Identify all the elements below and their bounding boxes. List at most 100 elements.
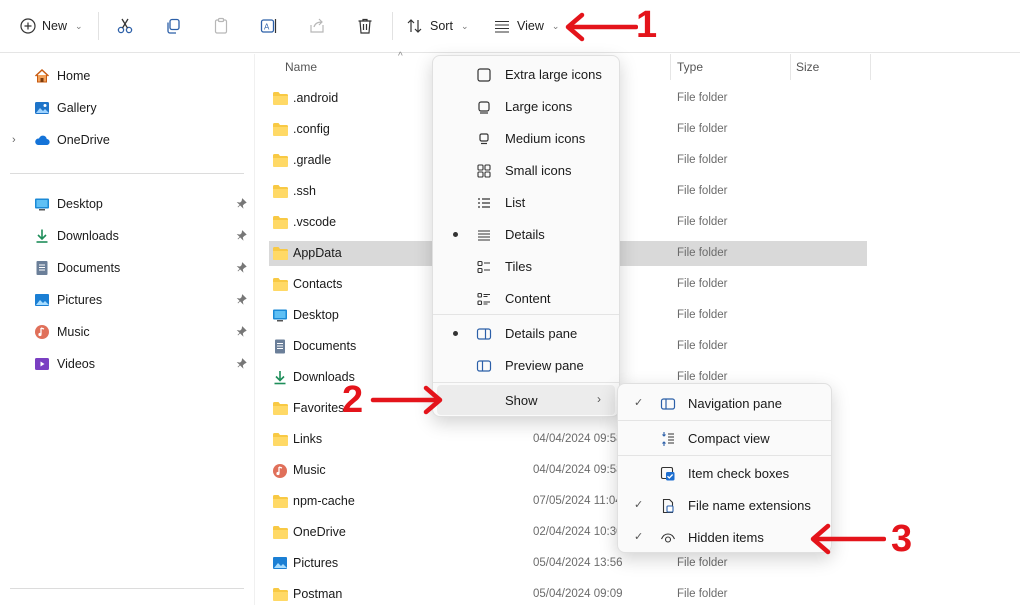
file-name: Documents <box>293 339 357 353</box>
folder-icon <box>272 215 289 233</box>
file-type: File folder <box>677 557 728 569</box>
file-name: Links <box>293 432 323 446</box>
pin-icon[interactable] <box>236 262 247 273</box>
desktop-icon <box>272 308 288 326</box>
file-date: 04/04/2024 09:58 <box>533 464 623 476</box>
share-button[interactable] <box>308 12 326 40</box>
menu-item-file-name-extensions[interactable]: ✓ File name extensions <box>622 490 827 520</box>
file-date: 07/05/2024 11:04 <box>533 495 622 507</box>
videos-icon <box>35 358 49 370</box>
menu-item-navigation-pane[interactable]: ✓ Navigation pane <box>622 388 827 418</box>
sidebar-item-label: Videos <box>57 357 95 371</box>
navigation-pane-icon <box>660 398 676 410</box>
selected-dot-icon <box>453 232 458 237</box>
menu-item-small-icons[interactable]: Small icons <box>437 155 615 185</box>
menu-item-list[interactable]: List <box>437 187 615 217</box>
folder-icon <box>272 122 289 140</box>
toolbar-divider <box>98 12 99 40</box>
file-name: .vscode <box>293 215 337 229</box>
menu-item-show[interactable]: Show › <box>437 385 615 415</box>
column-header-size[interactable]: Size <box>796 60 819 74</box>
annotation-arrow-3 <box>810 523 886 555</box>
pin-icon[interactable] <box>236 294 247 305</box>
view-button-label: View <box>517 19 544 33</box>
pin-icon[interactable] <box>236 358 247 369</box>
menu-item-label: Large icons <box>505 99 573 114</box>
sidebar-item-downloads[interactable]: Downloads <box>34 225 247 247</box>
column-divider[interactable] <box>790 54 791 80</box>
sidebar-item-label: Music <box>57 325 90 339</box>
rename-icon: A <box>260 19 277 33</box>
menu-item-label: Content <box>505 291 551 306</box>
table-row[interactable]: Postman 05/04/2024 09:09 File folder <box>269 582 867 605</box>
menu-item-content[interactable]: Content <box>437 283 615 313</box>
annotation-arrow-1 <box>565 12 638 42</box>
menu-item-compact-view[interactable]: Compact view <box>622 423 827 453</box>
column-divider[interactable] <box>870 54 871 80</box>
file-type: File folder <box>677 588 728 600</box>
menu-item-details-pane[interactable]: Details pane <box>437 318 615 348</box>
sidebar-item-label: Desktop <box>57 197 103 211</box>
sidebar-item-onedrive[interactable]: OneDrive <box>34 129 110 151</box>
toolbar-divider <box>392 12 393 40</box>
folder-icon <box>272 432 289 450</box>
folder-icon <box>272 246 289 264</box>
file-type: File folder <box>677 278 728 290</box>
cut-button[interactable] <box>116 12 134 40</box>
view-button[interactable]: View ⌄ <box>493 12 559 40</box>
menu-item-item-check-boxes[interactable]: Item check boxes <box>622 458 827 488</box>
sidebar-item-home[interactable]: Home <box>34 65 90 87</box>
menu-item-tiles[interactable]: Tiles <box>437 251 615 281</box>
checkmark-icon: ✓ <box>634 499 644 511</box>
file-date: 05/04/2024 13:56 <box>533 557 623 569</box>
sidebar-item-desktop[interactable]: Desktop <box>34 193 247 215</box>
paste-button[interactable] <box>212 12 230 40</box>
sort-button[interactable]: Sort ⌄ <box>406 12 468 40</box>
copy-button[interactable] <box>164 12 182 40</box>
folder-icon <box>272 184 289 202</box>
folder-icon <box>272 494 289 512</box>
sort-button-label: Sort <box>430 19 453 33</box>
sidebar-item-pictures[interactable]: Pictures <box>34 289 247 311</box>
rename-button[interactable]: A <box>260 12 278 40</box>
sidebar-item-videos[interactable]: Videos <box>34 353 247 375</box>
menu-item-medium-icons[interactable]: Medium icons <box>437 123 615 153</box>
table-row[interactable]: Pictures 05/04/2024 13:56 File folder <box>269 551 867 576</box>
column-header-type[interactable]: Type <box>677 60 703 74</box>
selected-dot-icon <box>453 331 458 336</box>
pin-icon[interactable] <box>236 198 247 209</box>
extra-large-icons-icon <box>477 68 491 82</box>
file-name: Pictures <box>293 556 339 570</box>
file-name: OneDrive <box>293 525 346 539</box>
pin-icon[interactable] <box>236 326 247 337</box>
file-date: 02/04/2024 10:30 <box>533 526 623 538</box>
file-type: File folder <box>677 247 728 259</box>
sidebar-divider <box>10 588 244 589</box>
preview-pane-icon <box>476 360 492 372</box>
sidebar-item-music[interactable]: Music <box>34 321 247 343</box>
menu-item-details[interactable]: Details <box>437 219 615 249</box>
delete-button[interactable] <box>356 12 374 40</box>
file-type: File folder <box>677 92 728 104</box>
sidebar-item-documents[interactable]: Documents <box>34 257 247 279</box>
sidebar-item-label: Home <box>57 69 91 83</box>
column-header-name[interactable]: Name <box>285 60 317 74</box>
menu-item-hidden-items[interactable]: ✓ Hidden items <box>622 522 827 552</box>
new-button[interactable]: New ⌄ <box>20 12 83 40</box>
menu-item-label: Medium icons <box>505 131 586 146</box>
sidebar-item-label: OneDrive <box>57 133 110 147</box>
menu-item-extra-large-icons[interactable]: Extra large icons <box>437 59 615 89</box>
pin-icon[interactable] <box>236 230 247 241</box>
file-date: 04/04/2024 09:58 <box>533 433 623 445</box>
column-divider[interactable] <box>670 54 671 80</box>
sidebar-item-gallery[interactable]: Gallery <box>34 97 97 119</box>
file-name: .android <box>293 91 339 105</box>
menu-item-label: List <box>505 195 526 210</box>
checkmark-icon: ✓ <box>634 397 644 409</box>
menu-item-large-icons[interactable]: Large icons <box>437 91 615 121</box>
check-boxes-icon <box>660 466 675 481</box>
home-icon <box>34 68 50 83</box>
expand-chevron-icon[interactable]: › <box>12 134 16 146</box>
trash-icon <box>358 18 372 34</box>
menu-item-preview-pane[interactable]: Preview pane <box>437 350 615 380</box>
